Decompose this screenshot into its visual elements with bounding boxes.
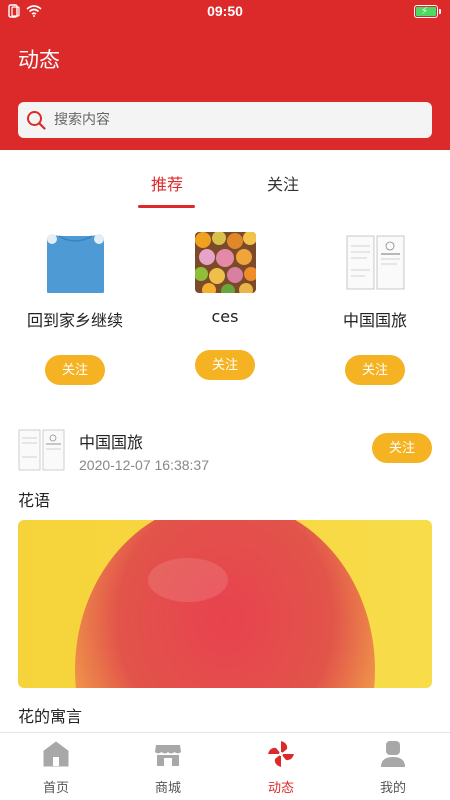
- feed-tabs: 推荐 关注: [0, 165, 450, 211]
- post-title: 花语: [18, 491, 51, 510]
- search-input[interactable]: [54, 112, 384, 128]
- bottom-nav: 首页 商城 动态 我的: [0, 732, 450, 800]
- nav-label: 动态: [267, 781, 294, 796]
- nav-item-store[interactable]: 商城: [128, 739, 208, 796]
- blue-smock-image: [44, 232, 106, 293]
- nav-item-home[interactable]: 首页: [16, 739, 96, 796]
- page-title: 动态: [18, 48, 60, 72]
- document-scan-image: [344, 232, 406, 293]
- tab-recommend[interactable]: 推荐: [151, 171, 183, 195]
- nav-label: 我的: [379, 781, 406, 796]
- recommended-user-card: ces 关注: [150, 232, 300, 380]
- nav-label: 首页: [42, 781, 69, 796]
- home-icon: [43, 741, 69, 767]
- avatar[interactable]: [44, 232, 106, 293]
- recommended-user-name: 中国国旅: [342, 311, 407, 330]
- recommended-user-card: 中国国旅 关注: [300, 232, 450, 385]
- post-image[interactable]: [18, 520, 432, 688]
- post-author-row: 中国国旅 2020-12-07 16:38:37 关注: [18, 425, 432, 475]
- recommended-users: 回到家乡继续 关注 ces 关注 中国国旅 关注: [0, 232, 450, 392]
- recommended-user-card: 回到家乡继续 关注: [0, 232, 150, 385]
- recommended-user-name: ces: [211, 307, 239, 326]
- post-caption: 花的寓言: [18, 707, 83, 726]
- avatar[interactable]: [344, 232, 406, 293]
- follow-button[interactable]: 关注: [195, 350, 255, 380]
- header: 09:50 ⚡ 动态: [0, 0, 450, 150]
- post-timestamp: 2020-12-07 16:38:37: [79, 457, 209, 473]
- red-apple-on-yellow-image: [18, 520, 432, 688]
- search-icon: [27, 111, 46, 130]
- recommended-user-name: 回到家乡继续: [26, 311, 123, 330]
- follow-button[interactable]: 关注: [45, 355, 105, 385]
- search-bar[interactable]: [18, 102, 432, 138]
- battery-icon: ⚡: [414, 5, 441, 18]
- nav-item-feed[interactable]: 动态: [241, 739, 321, 796]
- nav-label: 商城: [154, 781, 181, 796]
- active-tab-indicator: [138, 205, 195, 208]
- follow-button[interactable]: 关注: [345, 355, 405, 385]
- fruit-pile-image: [194, 232, 256, 293]
- store-icon: [155, 745, 181, 766]
- status-time: 09:50: [207, 3, 243, 19]
- tab-following[interactable]: 关注: [267, 171, 299, 195]
- pinwheel-icon: [268, 741, 294, 767]
- follow-button[interactable]: 关注: [372, 433, 432, 463]
- post-author-name: 中国国旅: [79, 433, 144, 452]
- avatar[interactable]: [194, 232, 256, 293]
- user-icon: [381, 741, 405, 767]
- nav-item-profile[interactable]: 我的: [353, 739, 433, 796]
- post-card: 中国国旅 2020-12-07 16:38:37 关注 花语 花的寓言: [18, 425, 432, 726]
- status-bar: 09:50 ⚡: [0, 0, 450, 24]
- avatar[interactable]: [18, 427, 66, 473]
